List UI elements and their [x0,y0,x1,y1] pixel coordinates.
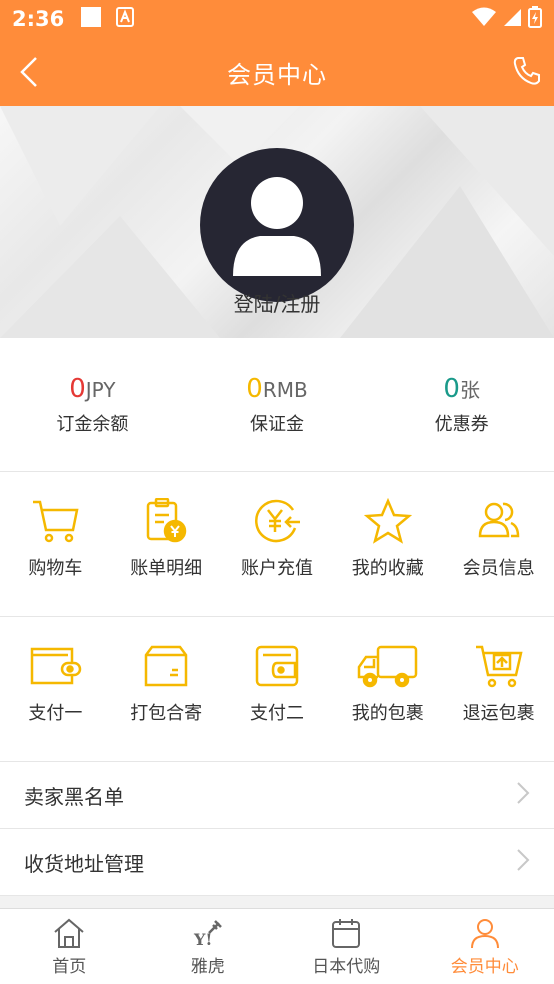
home-icon [54,918,84,948]
wallet2-icon [255,645,299,687]
grid-item-label: 支付一 [28,703,83,724]
grid-item-payment-two[interactable]: 支付二 [222,617,333,761]
phone-icon[interactable] [512,56,540,90]
signal-icon [502,7,522,31]
balance-unit: JPY [85,378,116,402]
grid-item-bill[interactable]: 账单明细 [111,472,222,616]
status-time: 2:36 [12,7,65,31]
grid-item-label: 会员信息 [462,558,535,579]
wifi-icon [472,7,496,31]
balance-value: 0 [246,374,263,404]
security-deposit[interactable]: 0RMB 保证金 [185,338,370,471]
notification-square-icon [80,6,102,32]
chevron-right-icon [516,848,530,876]
grid-item-return-packages[interactable]: 退运包裹 [443,617,554,761]
tab-yahoo[interactable]: Y! 雅虎 [139,909,278,984]
balance-unit: RMB [262,378,308,402]
tab-japan-purchasing[interactable]: 日本代购 [277,909,416,984]
deposit-balance[interactable]: 0JPY 订金余额 [0,338,185,471]
default-user-icon [233,177,321,276]
coupons[interactable]: 0张 优惠券 [369,338,554,471]
grid-item-my-packages[interactable]: 我的包裹 [332,617,443,761]
grid-item-cart[interactable]: 购物车 [0,472,111,616]
feature-grid-2: 支付一 打包合寄 支付二 我的包裹 退运包裹 [0,617,554,762]
balance-label: 订金余额 [56,414,129,435]
box-icon [144,645,188,687]
bill-icon [146,498,187,543]
chevron-right-icon [516,781,530,809]
tab-label: 会员中心 [450,957,519,977]
balance-label: 保证金 [250,414,304,435]
battery-charging-icon [528,6,542,32]
balance-value: 0 [69,374,86,404]
tab-label: 日本代购 [312,957,381,977]
page-title: 会员中心 [227,60,327,89]
grid-item-label: 支付二 [249,703,304,724]
nav-bar: 会员中心 [0,38,554,106]
list-item-label: 收货地址管理 [24,851,144,876]
balance-unit: 张 [459,378,480,402]
calendar-icon [332,919,361,948]
members-icon [478,502,519,538]
login-register-link[interactable]: 登陆/注册 [0,288,554,317]
yahoo-icon: Y! [193,920,222,949]
tab-label: 雅虎 [190,957,225,977]
status-bar: 2:36 [0,0,554,38]
tab-home[interactable]: 首页 [0,909,139,984]
balance-label: 优惠券 [434,414,489,435]
grid-item-label: 我的收藏 [351,558,424,579]
grid-item-member-info[interactable]: 会员信息 [443,472,554,616]
feature-grid-1: 购物车 账单明细 账户充值 我的收藏 会员信息 [0,472,554,617]
list-item-seller-blacklist[interactable]: 卖家黑名单 [0,762,554,829]
list-item-address-management[interactable]: 收货地址管理 [0,829,554,896]
balance-summary: 0JPY 订金余额 0RMB 保证金 0张 优惠券 [0,338,554,472]
grid-item-label: 账单明细 [130,558,203,579]
truck-icon [357,645,418,688]
grid-item-label: 退运包裹 [462,703,535,724]
wallet-icon [31,647,82,685]
avatar[interactable] [200,148,354,302]
section-divider [0,896,554,908]
list-item-label: 卖家黑名单 [24,784,124,809]
back-icon[interactable] [14,56,44,92]
return-cart-icon [475,645,523,688]
grid-item-consolidate[interactable]: 打包合寄 [111,617,222,761]
cart-icon [33,500,79,543]
star-icon [363,498,412,544]
tab-member-center[interactable]: 会员中心 [416,909,554,984]
bottom-tab-bar: 首页 Y! 雅虎 日本代购 会员中心 [0,908,554,984]
balance-value: 0 [443,374,460,404]
grid-item-payment-one[interactable]: 支付一 [0,617,111,761]
app-notification-icon [116,7,135,31]
tab-label: 首页 [52,957,87,977]
grid-item-recharge[interactable]: 账户充值 [222,472,333,616]
grid-item-favorites[interactable]: 我的收藏 [332,472,443,616]
recharge-icon [255,499,300,543]
grid-item-label: 购物车 [28,558,83,579]
grid-item-label: 打包合寄 [130,703,203,724]
grid-item-label: 我的包裹 [351,703,424,724]
grid-item-label: 账户充值 [240,558,313,579]
user-icon [470,919,499,949]
